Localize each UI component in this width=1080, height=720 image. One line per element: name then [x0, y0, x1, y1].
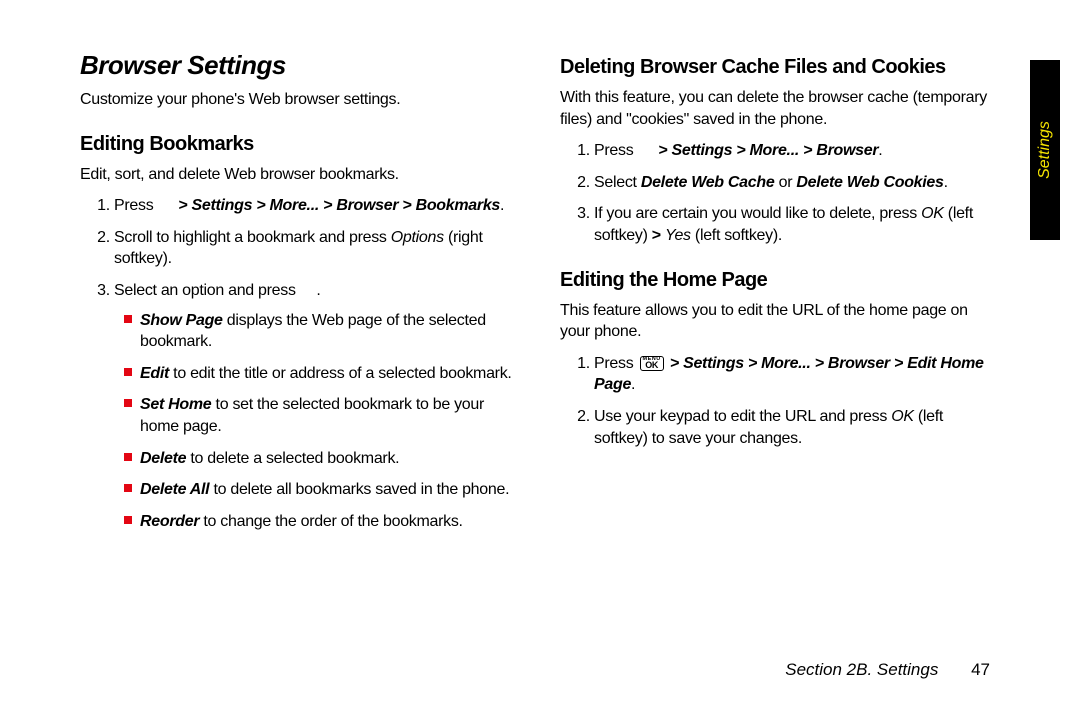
side-tab: Settings [1030, 60, 1060, 240]
opt-edit: Edit to edit the title or address of a s… [140, 363, 520, 385]
opt-reorder: Reorder to change the order of the bookm… [140, 511, 520, 533]
cache-intro: With this feature, you can delete the br… [560, 87, 1000, 130]
homepage-intro: This feature allows you to edit the URL … [560, 300, 1000, 343]
step-1: Press > Settings > More... > Browser > B… [114, 195, 520, 217]
content-columns: Browser Settings Customize your phone's … [80, 50, 1000, 542]
bookmarks-steps: Press > Settings > More... > Browser > B… [80, 195, 520, 532]
page-footer: Section 2B. Settings 47 [785, 660, 990, 680]
right-column: Deleting Browser Cache Files and Cookies… [560, 50, 1000, 542]
homepage-step-1: Press MENUOK > Settings > More... > Brow… [594, 353, 1000, 396]
homepage-steps: Press MENUOK > Settings > More... > Brow… [560, 353, 1000, 449]
opt-set-home: Set Home to set the selected bookmark to… [140, 394, 520, 437]
left-column: Browser Settings Customize your phone's … [80, 50, 520, 542]
cache-step-1: Press > Settings > More... > Browser. [594, 140, 1000, 162]
heading-delete-cache: Deleting Browser Cache Files and Cookies [560, 56, 1000, 79]
step-3: Select an option and press . Show Page d… [114, 280, 520, 532]
step-2: Scroll to highlight a bookmark and press… [114, 227, 520, 270]
section-label: Section 2B. Settings [785, 660, 938, 679]
heading-editing-bookmarks: Editing Bookmarks [80, 133, 520, 156]
side-tab-label: Settings [1036, 121, 1054, 179]
ok-key-icon: MENUOK [640, 356, 664, 372]
intro-text: Customize your phone's Web browser setti… [80, 89, 520, 111]
cache-step-2: Select Delete Web Cache or Delete Web Co… [594, 172, 1000, 194]
homepage-step-2: Use your keypad to edit the URL and pres… [594, 406, 1000, 449]
bookmarks-subtext: Edit, sort, and delete Web browser bookm… [80, 164, 520, 186]
opt-delete: Delete to delete a selected bookmark. [140, 448, 520, 470]
page-title: Browser Settings [80, 50, 520, 81]
nav-path: > Settings > More... > Browser > Bookmar… [174, 197, 500, 214]
options-list: Show Page displays the Web page of the s… [114, 310, 520, 533]
manual-page: Settings Browser Settings Customize your… [0, 0, 1080, 720]
opt-show-page: Show Page displays the Web page of the s… [140, 310, 520, 353]
heading-edit-homepage: Editing the Home Page [560, 269, 1000, 292]
cache-steps: Press > Settings > More... > Browser. Se… [560, 140, 1000, 246]
page-number: 47 [971, 660, 990, 679]
opt-delete-all: Delete All to delete all bookmarks saved… [140, 479, 520, 501]
cache-step-3: If you are certain you would like to del… [594, 203, 1000, 246]
